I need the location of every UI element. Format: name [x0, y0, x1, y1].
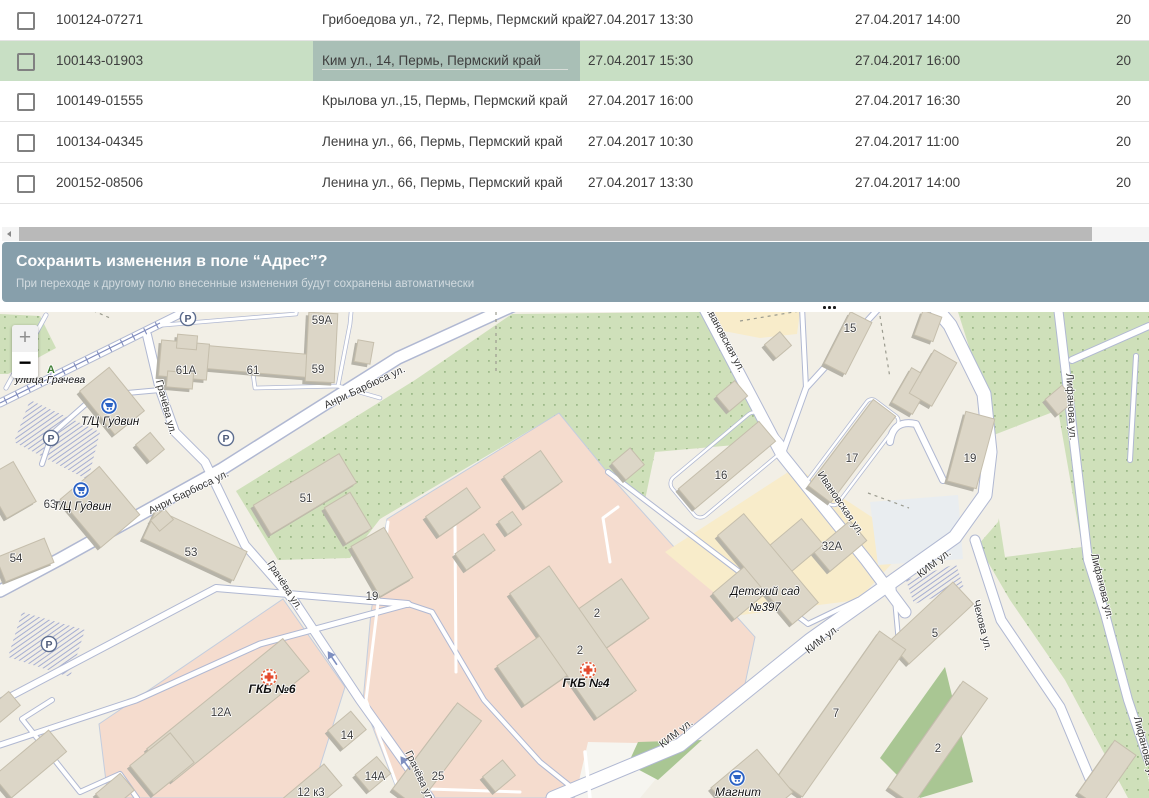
svg-text:19: 19 [964, 453, 977, 465]
svg-text:Р: Р [222, 433, 229, 445]
svg-text:2: 2 [594, 608, 600, 620]
svg-text:5: 5 [932, 628, 938, 640]
svg-text:А: А [47, 364, 55, 376]
svg-text:32А: 32А [822, 541, 843, 553]
svg-text:16: 16 [715, 470, 728, 482]
svg-text:25: 25 [432, 771, 445, 783]
svg-text:Р: Р [45, 639, 52, 651]
svg-text:12А: 12А [211, 707, 232, 719]
svg-text:19: 19 [366, 591, 379, 603]
svg-text:59А: 59А [312, 315, 333, 327]
svg-text:54: 54 [10, 553, 23, 565]
svg-text:2: 2 [577, 645, 583, 657]
svg-text:12 к3: 12 к3 [297, 787, 324, 798]
svg-text:17: 17 [846, 453, 859, 465]
svg-text:14: 14 [341, 730, 354, 742]
svg-text:Магнит: Магнит [715, 785, 761, 798]
svg-text:7: 7 [833, 708, 839, 720]
svg-text:51: 51 [300, 493, 313, 505]
svg-text:Т/Ц Гудвин: Т/Ц Гудвин [81, 416, 140, 428]
svg-text:53: 53 [185, 547, 198, 559]
svg-text:Т/Ц Гудвин: Т/Ц Гудвин [53, 501, 112, 513]
svg-text:Детский сад: Детский сад [728, 586, 799, 598]
svg-text:Р: Р [47, 433, 54, 445]
svg-text:15: 15 [844, 323, 857, 335]
svg-text:61: 61 [247, 365, 260, 377]
svg-text:14А: 14А [365, 771, 386, 783]
svg-text:Р: Р [184, 313, 191, 325]
svg-text:2: 2 [935, 743, 941, 755]
svg-text:59: 59 [312, 364, 325, 376]
svg-text:61А: 61А [176, 365, 197, 377]
svg-text:№397: №397 [749, 602, 781, 614]
